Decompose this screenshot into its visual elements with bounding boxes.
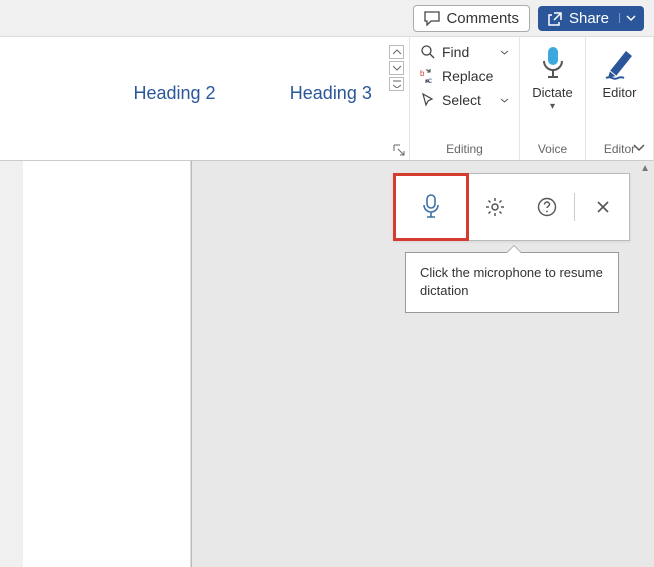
styles-scroll-down[interactable] xyxy=(389,61,404,75)
dictation-mic-button[interactable] xyxy=(393,173,469,241)
close-icon xyxy=(596,200,610,214)
editor-button[interactable]: Editor xyxy=(603,43,637,100)
styles-scroll-up[interactable] xyxy=(389,45,404,59)
microphone-icon xyxy=(539,45,567,81)
gear-icon xyxy=(485,197,505,217)
replace-label: Replace xyxy=(442,68,493,84)
microphone-outline-icon xyxy=(420,193,442,221)
share-dropdown[interactable] xyxy=(619,13,636,23)
select-label: Select xyxy=(442,92,481,108)
dictate-label: Dictate xyxy=(532,85,572,100)
editor-pen-icon xyxy=(604,45,636,81)
ribbon: g 1 Heading 2 Heading 3 Find bc xyxy=(0,36,654,161)
share-label: Share xyxy=(569,10,609,27)
comments-button[interactable]: Comments xyxy=(413,5,530,32)
group-voice: Dictate ▾ Voice xyxy=(520,37,586,160)
style-heading-1[interactable]: g 1 xyxy=(0,55,96,132)
styles-dialog-launcher[interactable] xyxy=(393,144,405,156)
replace-icon: bc xyxy=(420,68,436,84)
title-bar-right: Comments Share xyxy=(0,0,654,36)
group-label-voice: Voice xyxy=(538,139,567,158)
scrollbar-up-icon[interactable]: ▲ xyxy=(640,163,650,174)
dictation-settings-button[interactable] xyxy=(468,174,522,240)
tooltip-text: Click the microphone to resume dictation xyxy=(420,265,603,298)
select-dropdown[interactable] xyxy=(500,96,509,105)
cursor-icon xyxy=(420,92,436,108)
comments-label: Comments xyxy=(446,10,519,27)
find-label: Find xyxy=(442,44,469,60)
styles-gallery[interactable]: g 1 Heading 2 Heading 3 xyxy=(0,37,410,160)
dictation-tooltip: Click the microphone to resume dictation xyxy=(405,252,619,313)
share-button[interactable]: Share xyxy=(538,6,644,31)
group-label-editing: Editing xyxy=(418,139,511,158)
search-icon xyxy=(420,44,436,60)
tooltip-arrow xyxy=(506,245,522,253)
editor-label: Editor xyxy=(603,85,637,100)
dictate-button[interactable]: Dictate ▾ xyxy=(532,43,572,110)
dictation-toolbar xyxy=(393,173,630,241)
group-label-editor: Editor xyxy=(604,139,635,158)
help-icon xyxy=(537,197,557,217)
find-dropdown[interactable] xyxy=(500,48,509,57)
toolbar-separator xyxy=(574,193,575,221)
dictate-dropdown[interactable]: ▾ xyxy=(550,104,555,110)
svg-text:b: b xyxy=(420,69,425,78)
comment-icon xyxy=(424,11,440,26)
styles-expand[interactable] xyxy=(389,77,404,91)
group-editing: Find bc Replace Select Editing xyxy=(410,37,520,160)
find-button[interactable]: Find xyxy=(418,43,511,61)
dictation-help-button[interactable] xyxy=(522,174,572,240)
share-icon xyxy=(548,11,563,26)
select-button[interactable]: Select xyxy=(418,91,511,109)
styles-spinner xyxy=(389,45,405,91)
dictation-close-button[interactable] xyxy=(577,174,629,240)
style-heading-2[interactable]: Heading 2 xyxy=(96,55,252,132)
style-heading-3[interactable]: Heading 3 xyxy=(253,55,409,132)
document-page[interactable] xyxy=(23,161,191,567)
replace-button[interactable]: bc Replace xyxy=(418,67,511,85)
ribbon-collapse-button[interactable] xyxy=(632,140,646,154)
